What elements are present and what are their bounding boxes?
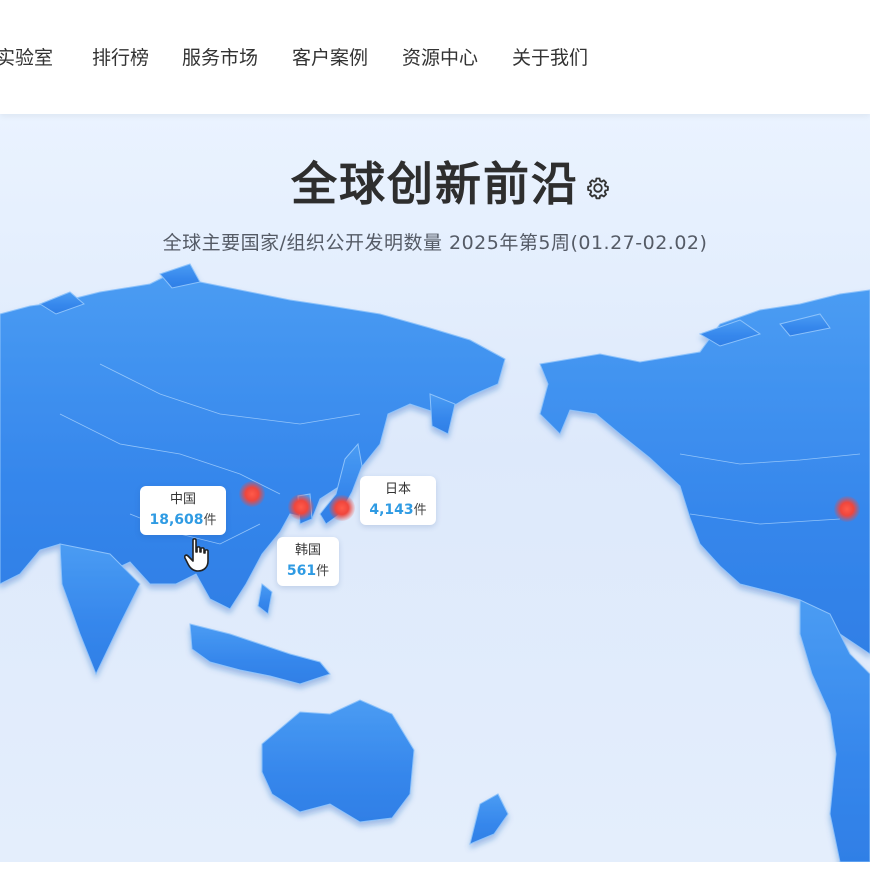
gear-icon[interactable] (586, 176, 610, 200)
invention-count: 561 (286, 563, 317, 579)
invention-unit: 件 (316, 564, 330, 579)
nav-item-customer-cases[interactable]: 客户案例 (292, 46, 368, 70)
southeast-asia-islands (189, 623, 331, 685)
invention-count: 18,608 (149, 512, 204, 528)
hotspot-china[interactable] (239, 481, 265, 507)
invention-unit: 件 (203, 513, 217, 528)
nav-item-about-us[interactable]: 关于我们 (512, 46, 588, 70)
nav-item-resource-center[interactable]: 资源中心 (402, 46, 478, 70)
country-name: 日本 (384, 482, 411, 497)
hotspot-korea[interactable] (288, 494, 314, 520)
nav-item-lab[interactable]: 实验室 (0, 46, 53, 70)
tooltip-japan[interactable]: 日本 4,143件 (360, 476, 436, 525)
country-name: 中国 (169, 492, 196, 507)
nav-item-rankings[interactable]: 排行榜 (92, 46, 149, 70)
invention-unit: 件 (413, 503, 427, 518)
tooltip-korea[interactable]: 韩国 561件 (277, 537, 339, 586)
hand-pointer-icon (184, 538, 209, 572)
new-zealand-landmass (469, 793, 509, 845)
north-america-landmass (539, 289, 870, 655)
india-landmass (59, 543, 141, 676)
top-navigation: 实验室 排行榜 服务市场 客户案例 资源中心 关于我们 (0, 0, 870, 114)
nav-item-service-market[interactable]: 服务市场 (182, 46, 258, 70)
tooltip-china[interactable]: 中国 18,608件 (140, 486, 226, 535)
country-name: 韩国 (294, 543, 321, 558)
page-subtitle: 全球主要国家/组织公开发明数量 2025年第5周(01.27-02.02) (162, 232, 708, 254)
invention-count: 4,143 (369, 502, 414, 518)
australia-landmass (261, 699, 415, 823)
philippines-landmass (257, 583, 273, 615)
bottom-strip (0, 862, 870, 870)
hotspot-japan[interactable] (329, 495, 355, 521)
hotspot-usa[interactable] (834, 496, 860, 522)
global-innovation-hero: 全球创新前沿 全球主要国家/组织公开发明数量 2025年第5周(01.27-02… (0, 114, 870, 862)
page-title: 全球创新前沿 (291, 157, 579, 211)
